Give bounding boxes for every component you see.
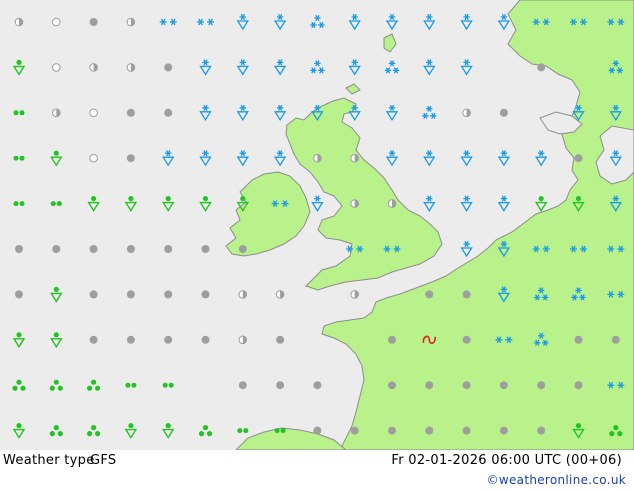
overcast-icon [425,290,434,299]
overcast-icon [164,63,173,72]
overcast-icon [15,245,23,253]
overcast-icon [201,335,210,344]
overcast-icon [238,381,247,390]
weather-type-map [0,0,634,450]
partly-cloudy-icon [126,63,136,72]
overcast-icon [611,335,620,344]
weather-map-page: Weather type GFS Fr 02-01-2026 06:00 UTC… [0,0,634,490]
overcast-icon [350,426,359,435]
overcast-icon [89,245,98,253]
overcast-icon [574,381,583,390]
overcast-icon [462,426,471,435]
overcast-icon [313,426,322,435]
overcast-icon [126,335,135,344]
map-footer: Weather type GFS Fr 02-01-2026 06:00 UTC… [0,450,634,490]
overcast-icon [425,426,434,435]
overcast-icon [126,154,135,163]
clear-icon [52,63,61,72]
overcast-icon [499,426,508,435]
overcast-icon [52,245,61,253]
clear-icon [52,17,61,27]
overcast-icon [462,335,471,344]
partly-cloudy-icon [89,63,98,72]
overcast-icon [537,426,546,435]
overcast-icon [201,245,210,253]
partly-cloudy-icon [350,153,360,163]
overcast-icon [462,381,471,390]
partly-cloudy-icon [275,290,285,299]
overcast-icon [201,290,210,299]
partly-cloudy-icon [350,290,360,299]
valid-time-label: Fr 02-01-2026 06:00 UTC (00+06) [391,453,622,468]
clear-icon [89,153,98,163]
overcast-icon [388,335,396,344]
overcast-icon [499,108,508,117]
partly-cloudy-icon [462,108,471,118]
map-type-label: Weather type [3,453,95,468]
overcast-icon [89,335,98,344]
overcast-icon [164,245,173,253]
overcast-icon [126,290,135,299]
overcast-icon [276,335,285,344]
overcast-icon [126,108,135,117]
overcast-icon [574,154,583,163]
overcast-icon [164,290,173,299]
overcast-icon [164,108,173,117]
overcast-icon [388,426,396,435]
overcast-icon [462,290,471,299]
clear-icon [89,108,98,118]
partly-cloudy-icon [52,108,61,118]
overcast-icon [537,381,546,390]
overcast-icon [164,335,173,344]
overcast-icon [89,290,98,299]
partly-cloudy-icon [238,335,248,345]
partly-cloudy-icon [126,17,136,27]
overcast-icon [313,381,322,390]
overcast-icon [89,18,98,26]
overcast-icon [388,381,396,390]
overcast-icon [574,335,583,344]
partly-cloudy-icon [350,199,360,208]
partly-cloudy-icon [313,153,322,163]
overcast-icon [499,381,508,390]
partly-cloudy-icon [238,290,248,299]
overcast-icon [537,63,546,72]
overcast-icon [15,290,23,299]
partly-cloudy-icon [387,199,397,208]
overcast-icon [126,245,135,253]
overcast-icon [276,381,285,390]
partly-cloudy-icon [14,17,24,27]
overcast-icon [425,381,434,390]
credit-link[interactable]: ©weatheronline.co.uk [487,473,626,487]
model-label: GFS [90,453,117,468]
overcast-icon [238,245,247,253]
